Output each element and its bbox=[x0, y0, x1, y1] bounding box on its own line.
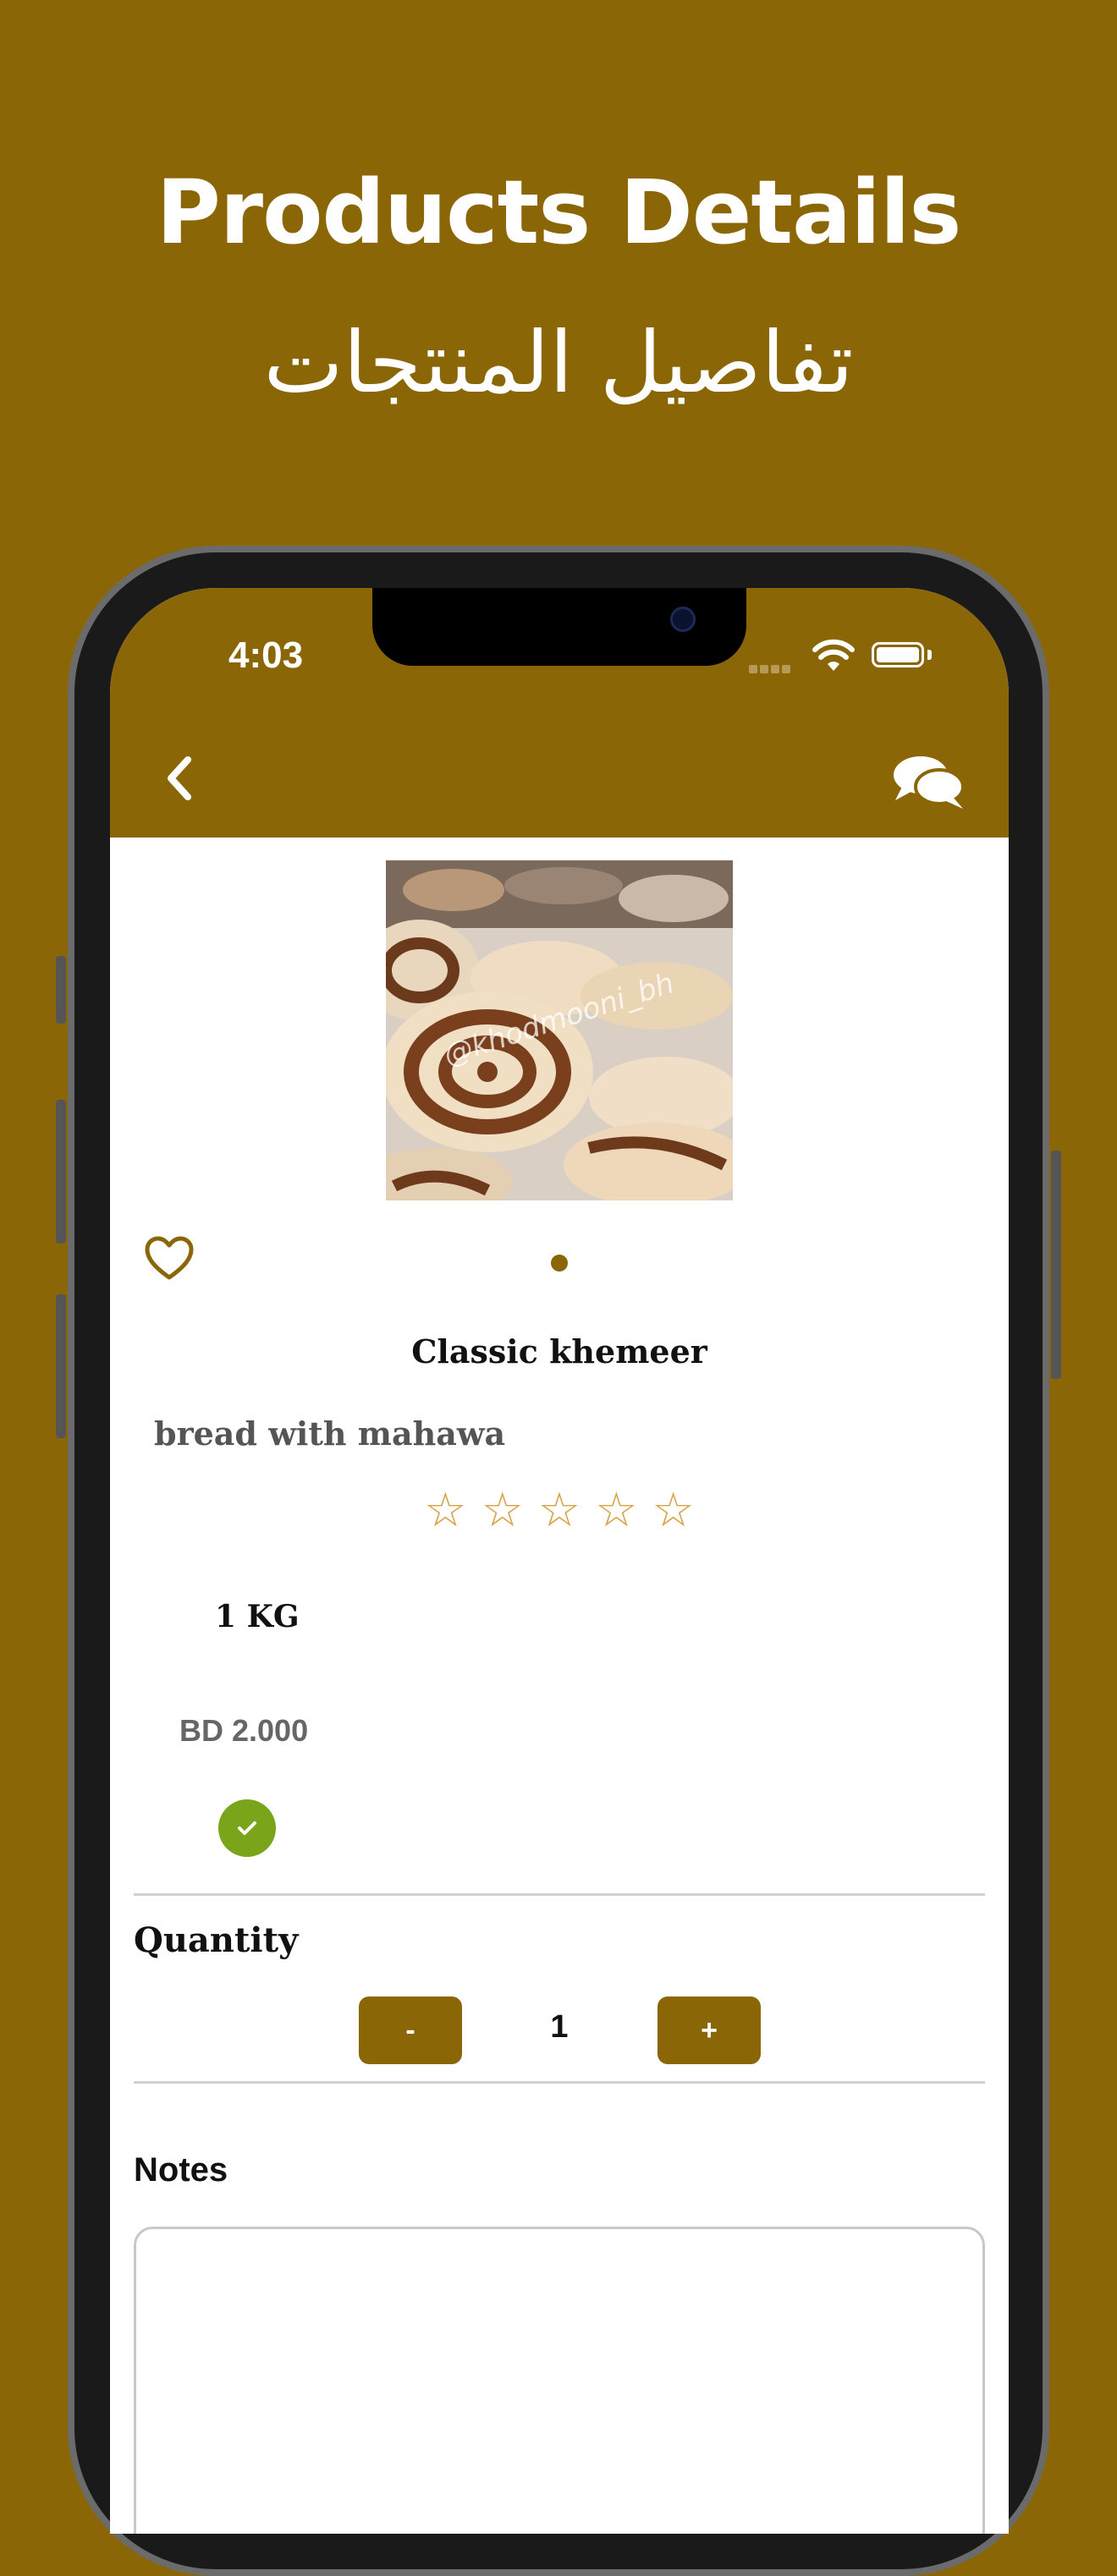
product-weight: 1 KG bbox=[215, 1599, 300, 1634]
phone-side-button bbox=[56, 956, 66, 1024]
quantity-decrease-button[interactable]: - bbox=[359, 1997, 462, 2064]
phone-screen: 4:03 @khodmooni_bh Classic khemeer bread… bbox=[110, 588, 1009, 2534]
top-nav-bar bbox=[110, 719, 1009, 838]
product-price: BD 2.000 bbox=[179, 1713, 309, 1748]
promo-title-en: Products Details bbox=[156, 161, 962, 264]
image-pager-dot[interactable] bbox=[551, 1255, 568, 1272]
back-chevron-icon[interactable] bbox=[161, 753, 198, 804]
star-icon[interactable]: ☆ bbox=[595, 1487, 637, 1535]
divider bbox=[134, 1893, 985, 1896]
notes-label: Notes bbox=[134, 2151, 228, 2189]
wifi-icon bbox=[812, 639, 855, 671]
quantity-increase-button[interactable]: + bbox=[658, 1997, 761, 2064]
quantity-label: Quantity bbox=[134, 1920, 299, 1960]
star-icon[interactable]: ☆ bbox=[652, 1487, 694, 1535]
battery-nub bbox=[927, 650, 932, 660]
phone-side-button bbox=[56, 1294, 66, 1438]
status-bar: 4:03 bbox=[110, 588, 1009, 719]
phone-side-button bbox=[1051, 1151, 1061, 1379]
camera-icon bbox=[670, 607, 696, 632]
phone-side-button bbox=[56, 1100, 66, 1244]
quantity-value: 1 bbox=[550, 2009, 569, 2045]
checkmark-icon bbox=[238, 1821, 256, 1835]
divider bbox=[134, 2081, 985, 2084]
rating-stars[interactable]: ☆ ☆ ☆ ☆ ☆ bbox=[110, 1487, 1009, 1535]
status-time: 4:03 bbox=[228, 634, 304, 676]
star-icon[interactable]: ☆ bbox=[481, 1487, 524, 1535]
notch bbox=[372, 588, 746, 666]
star-icon[interactable]: ☆ bbox=[424, 1487, 466, 1535]
cellular-signal-icon bbox=[749, 661, 796, 673]
notes-textarea[interactable] bbox=[134, 2227, 985, 2534]
promo-title-ar: تفاصيل المنتجات bbox=[263, 313, 854, 412]
product-image[interactable]: @khodmooni_bh bbox=[386, 860, 733, 1200]
product-name: Classic khemeer bbox=[411, 1332, 707, 1370]
favorite-heart-icon[interactable] bbox=[144, 1235, 195, 1281]
option-selected-check[interactable] bbox=[218, 1799, 276, 1857]
star-icon[interactable]: ☆ bbox=[538, 1487, 581, 1535]
product-description: bread with mahawa bbox=[154, 1414, 506, 1453]
product-photo: @khodmooni_bh bbox=[386, 860, 733, 1200]
chat-bubbles-icon[interactable] bbox=[890, 753, 966, 812]
battery-icon bbox=[872, 642, 924, 667]
